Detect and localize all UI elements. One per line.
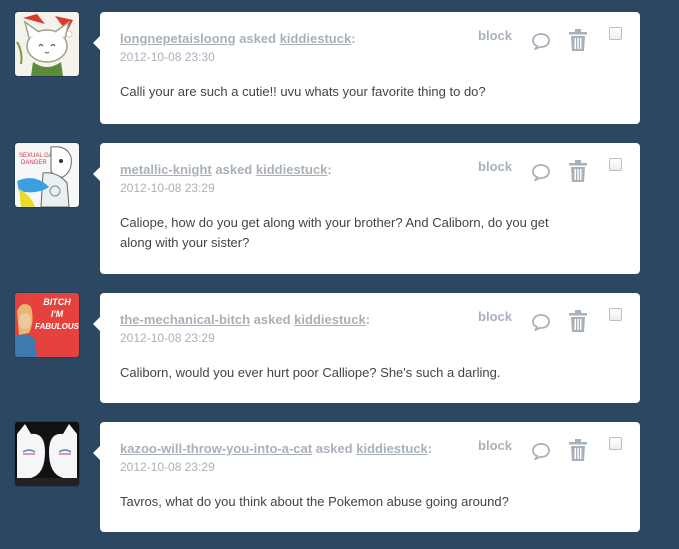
- ask-bubble: longnepetaisloong asked kiddiestuck: 201…: [93, 12, 640, 124]
- timestamp: 2012-10-08 23:30: [120, 50, 215, 64]
- recipient-link[interactable]: kiddiestuck: [280, 31, 352, 46]
- select-checkbox[interactable]: [609, 27, 622, 40]
- block-button[interactable]: block: [478, 28, 512, 43]
- block-button[interactable]: block: [478, 438, 512, 453]
- trash-icon[interactable]: [569, 439, 587, 461]
- asker-link[interactable]: longnepetaisloong: [120, 31, 236, 46]
- avatar[interactable]: [15, 422, 79, 486]
- avatar[interactable]: SEXUAL GAME DANGER: [15, 143, 79, 207]
- asker-link[interactable]: kazoo-will-throw-you-into-a-cat: [120, 441, 312, 456]
- reply-icon[interactable]: [531, 163, 551, 181]
- timestamp: 2012-10-08 23:29: [120, 331, 215, 345]
- timestamp: 2012-10-08 23:29: [120, 181, 215, 195]
- reply-icon[interactable]: [531, 32, 551, 50]
- question-text: Caliborn, would you ever hurt poor Calli…: [120, 365, 501, 380]
- asker-link[interactable]: the-mechanical-bitch: [120, 312, 250, 327]
- reply-icon[interactable]: [531, 313, 551, 331]
- ask-header: kazoo-will-throw-you-into-a-cat asked ki…: [120, 441, 432, 456]
- header-colon: :: [327, 162, 332, 177]
- avatar[interactable]: BITCH I'M FABULOUS: [15, 293, 79, 357]
- asked-text: asked: [239, 31, 277, 46]
- trash-icon[interactable]: [569, 29, 587, 51]
- ask-bubble: metallic-knight asked kiddiestuck: 2012-…: [93, 143, 640, 274]
- recipient-link[interactable]: kiddiestuck: [294, 312, 366, 327]
- recipient-link[interactable]: kiddiestuck: [356, 441, 428, 456]
- asker-link[interactable]: metallic-knight: [120, 162, 212, 177]
- avatar-text-line: BITCH: [43, 297, 71, 307]
- white-cats-avatar-icon: [15, 422, 79, 486]
- recipient-link[interactable]: kiddiestuck: [256, 162, 328, 177]
- header-colon: :: [365, 312, 371, 327]
- reply-icon[interactable]: [531, 442, 551, 460]
- ask-header: the-mechanical-bitch asked kiddiestuck:: [120, 312, 370, 327]
- select-checkbox[interactable]: [609, 308, 622, 321]
- question-text: Caliope, how do you get along with your …: [120, 215, 549, 250]
- select-checkbox[interactable]: [609, 437, 622, 450]
- fabulous-avatar-icon: BITCH I'M FABULOUS: [15, 293, 79, 357]
- ask-bubble: the-mechanical-bitch asked kiddiestuck: …: [93, 293, 640, 403]
- block-button[interactable]: block: [478, 309, 512, 324]
- question-text: Tavros, what do you think about the Poke…: [120, 494, 509, 509]
- block-button[interactable]: block: [478, 159, 512, 174]
- timestamp: 2012-10-08 23:29: [120, 460, 215, 474]
- svg-text:DANGER: DANGER: [21, 160, 47, 166]
- ask-header: longnepetaisloong asked kiddiestuck:: [120, 31, 356, 46]
- trash-icon[interactable]: [569, 310, 587, 332]
- avatar-text-line: FABULOUS: [35, 322, 79, 331]
- cat-hat-avatar-icon: [15, 12, 79, 76]
- asked-text: asked: [253, 312, 291, 327]
- trash-icon[interactable]: [569, 160, 587, 182]
- asked-text: asked: [315, 441, 353, 456]
- avatar-text-line: I'M: [51, 309, 64, 319]
- header-colon: :: [351, 31, 356, 46]
- ask-header: metallic-knight asked kiddiestuck:: [120, 162, 332, 177]
- select-checkbox[interactable]: [609, 158, 622, 171]
- question-text: Calli your are such a cutie!! uvu whats …: [120, 84, 486, 99]
- asked-text: asked: [215, 162, 253, 177]
- ask-bubble: kazoo-will-throw-you-into-a-cat asked ki…: [93, 422, 640, 532]
- sketch-character-avatar-icon: SEXUAL GAME DANGER: [15, 143, 79, 207]
- header-colon: :: [427, 441, 433, 456]
- avatar[interactable]: [15, 12, 79, 76]
